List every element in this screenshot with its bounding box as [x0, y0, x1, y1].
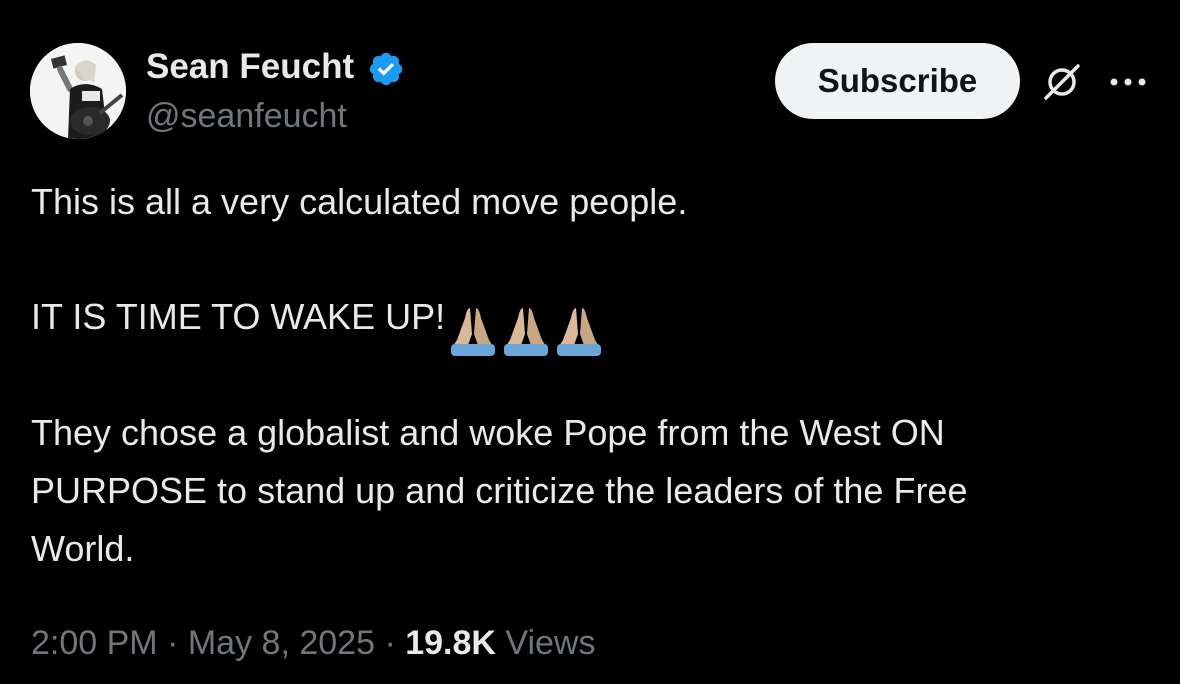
emoji-group	[447, 298, 606, 356]
post-text-line: This is all a very calculated move peopl…	[31, 181, 688, 222]
folded-hands-emoji	[557, 308, 602, 356]
post-metadata: 2:00 PM · May 8, 2025 · 19.8K Views	[31, 618, 596, 668]
separator-dot: ·	[384, 624, 396, 662]
avatar[interactable]	[30, 43, 126, 139]
user-avatar	[30, 43, 126, 139]
folded-hands-emoji	[504, 308, 549, 356]
post-date[interactable]: May 8, 2025	[188, 624, 375, 662]
grok-icon[interactable]	[1040, 60, 1084, 104]
more-icon[interactable]	[1106, 64, 1150, 100]
post-text-line: They chose a globalist and woke Pope fro…	[31, 412, 945, 453]
subscribe-button[interactable]: Subscribe	[775, 43, 1020, 119]
separator-dot: ·	[167, 624, 179, 662]
author-handle[interactable]: @seanfeucht	[146, 96, 347, 136]
verified-badge-icon	[369, 52, 403, 86]
post-time[interactable]: 2:00 PM	[31, 624, 158, 662]
views-count[interactable]: 19.8K	[405, 624, 496, 662]
post-text-line-with-emoji: IT IS TIME TO WAKE UP!	[31, 288, 606, 356]
folded-hands-emoji	[451, 308, 496, 356]
author-name[interactable]: Sean Feucht	[146, 46, 354, 88]
post-text-segment: IT IS TIME TO WAKE UP!	[31, 296, 446, 337]
views-label: Views	[505, 624, 596, 662]
post-text-line: PURPOSE to stand up and criticize the le…	[31, 470, 968, 511]
post-text-line: World.	[31, 528, 135, 569]
